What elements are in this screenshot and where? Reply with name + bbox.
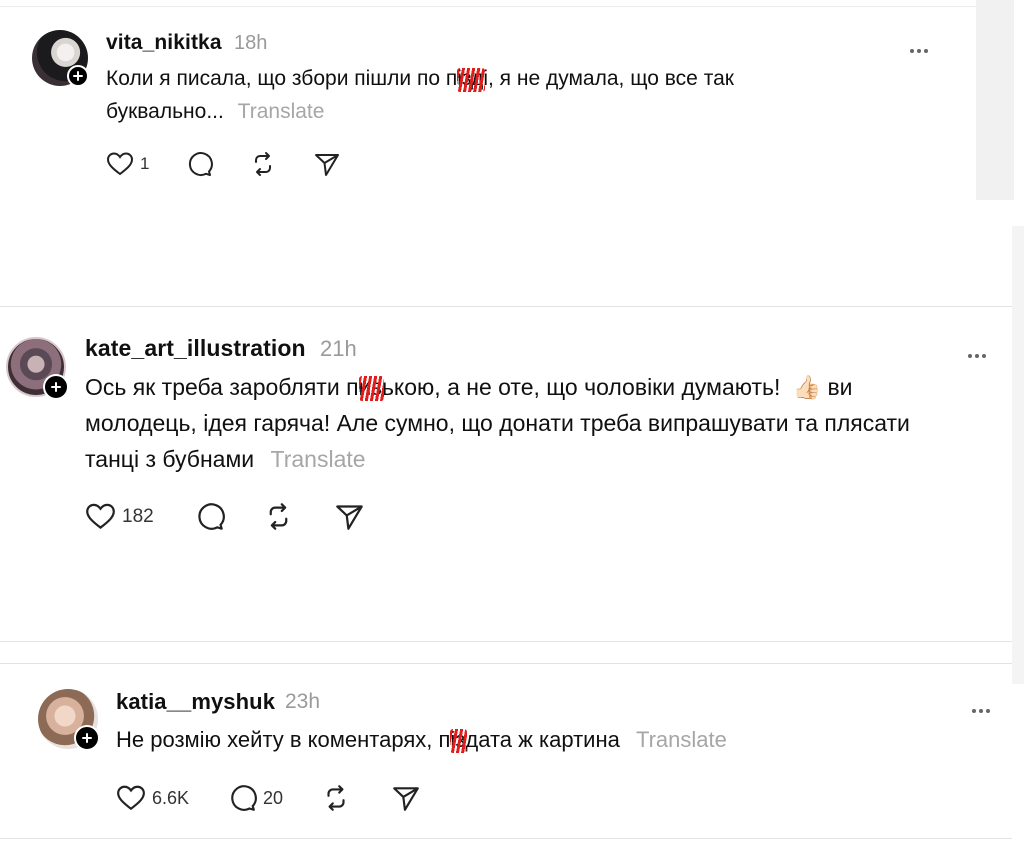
post-vita: vita_nikitka 18h Коли я писала, що збори… xyxy=(0,0,976,200)
like-count: 6.6K xyxy=(152,787,190,808)
post-kate: kate_art_illustration 21h Ось як треба з… xyxy=(0,307,1012,642)
timestamp: 18h xyxy=(234,32,268,54)
like-button[interactable]: 1 xyxy=(106,151,149,177)
repost-icon xyxy=(255,152,272,176)
heart-icon xyxy=(117,785,145,811)
avatar[interactable] xyxy=(38,689,100,751)
timestamp: 21h xyxy=(320,336,357,361)
censored-word: из xyxy=(358,369,385,405)
comment-icon xyxy=(189,152,214,177)
avatar[interactable] xyxy=(6,337,69,400)
repost-icon xyxy=(269,503,288,530)
censored-word: iз xyxy=(450,722,468,757)
like-button[interactable]: 182 xyxy=(85,502,154,531)
username[interactable]: vita_nikitka xyxy=(106,31,222,55)
username[interactable]: katia__myshuk xyxy=(116,689,275,715)
comment-count: 20 xyxy=(263,787,284,808)
scrollbar-track xyxy=(976,0,1014,200)
translate-link[interactable]: Translate xyxy=(271,446,366,472)
heart-icon xyxy=(106,152,134,176)
follow-plus-icon[interactable] xyxy=(74,725,100,751)
censored-word: iзд xyxy=(457,61,486,96)
like-button[interactable]: 6.6K xyxy=(116,784,189,812)
post-actions: 1 xyxy=(106,150,341,178)
share-icon xyxy=(315,154,340,176)
thumbs-up-emoji: 👍🏻 xyxy=(792,374,822,400)
post-text-line-1: Ось як треба заробляти пизькою, а не оте… xyxy=(85,369,853,405)
repost-button[interactable] xyxy=(249,150,277,178)
repost-button[interactable] xyxy=(263,501,294,532)
post-text-line-3: танці з бубнами Translate xyxy=(85,446,366,472)
share-button[interactable] xyxy=(313,150,341,178)
post-text-line-1: Коли я писала, що збори пішли по пiзді, … xyxy=(106,61,734,96)
share-icon xyxy=(335,505,363,530)
post-text-line-2: молодець, ідея гаряча! Але сумно, що дон… xyxy=(85,410,910,436)
like-count: 182 xyxy=(122,505,154,527)
share-button[interactable] xyxy=(391,783,421,813)
comment-button[interactable]: 20 xyxy=(227,783,283,813)
heart-icon xyxy=(86,503,115,529)
comment-icon xyxy=(198,503,225,530)
timestamp: 23h xyxy=(285,690,321,713)
comment-button[interactable] xyxy=(185,150,214,178)
translate-link[interactable]: Translate xyxy=(238,100,325,123)
post-actions: 6.6K 20 xyxy=(116,783,421,813)
translate-link[interactable]: Translate xyxy=(636,727,727,752)
post-actions: 182 xyxy=(85,501,365,532)
share-button[interactable] xyxy=(334,501,365,532)
repost-button[interactable] xyxy=(321,783,351,813)
more-icon[interactable] xyxy=(910,40,931,58)
more-icon[interactable] xyxy=(972,700,993,718)
like-count: 1 xyxy=(140,154,150,173)
divider xyxy=(0,641,1012,642)
follow-plus-icon[interactable] xyxy=(67,65,89,87)
post-text-line-2: буквально... Translate xyxy=(106,100,325,123)
scrollbar-track xyxy=(1012,226,1024,684)
post-text-line-1: Не розмію хейту в коментарях, пiздата ж … xyxy=(116,722,727,757)
threads-collage: vita_nikitka 18h Коли я писала, що збори… xyxy=(0,0,1024,842)
repost-icon xyxy=(327,785,345,811)
more-icon[interactable] xyxy=(968,345,989,363)
follow-plus-icon[interactable] xyxy=(43,374,69,400)
comment-button[interactable] xyxy=(194,501,225,532)
username[interactable]: kate_art_illustration xyxy=(85,335,306,362)
avatar[interactable] xyxy=(32,30,89,87)
comment-icon xyxy=(231,785,257,811)
divider xyxy=(0,838,1012,839)
share-icon xyxy=(393,787,419,811)
post-katia: katia__myshuk 23h Не розмію хейту в коме… xyxy=(0,664,1012,842)
